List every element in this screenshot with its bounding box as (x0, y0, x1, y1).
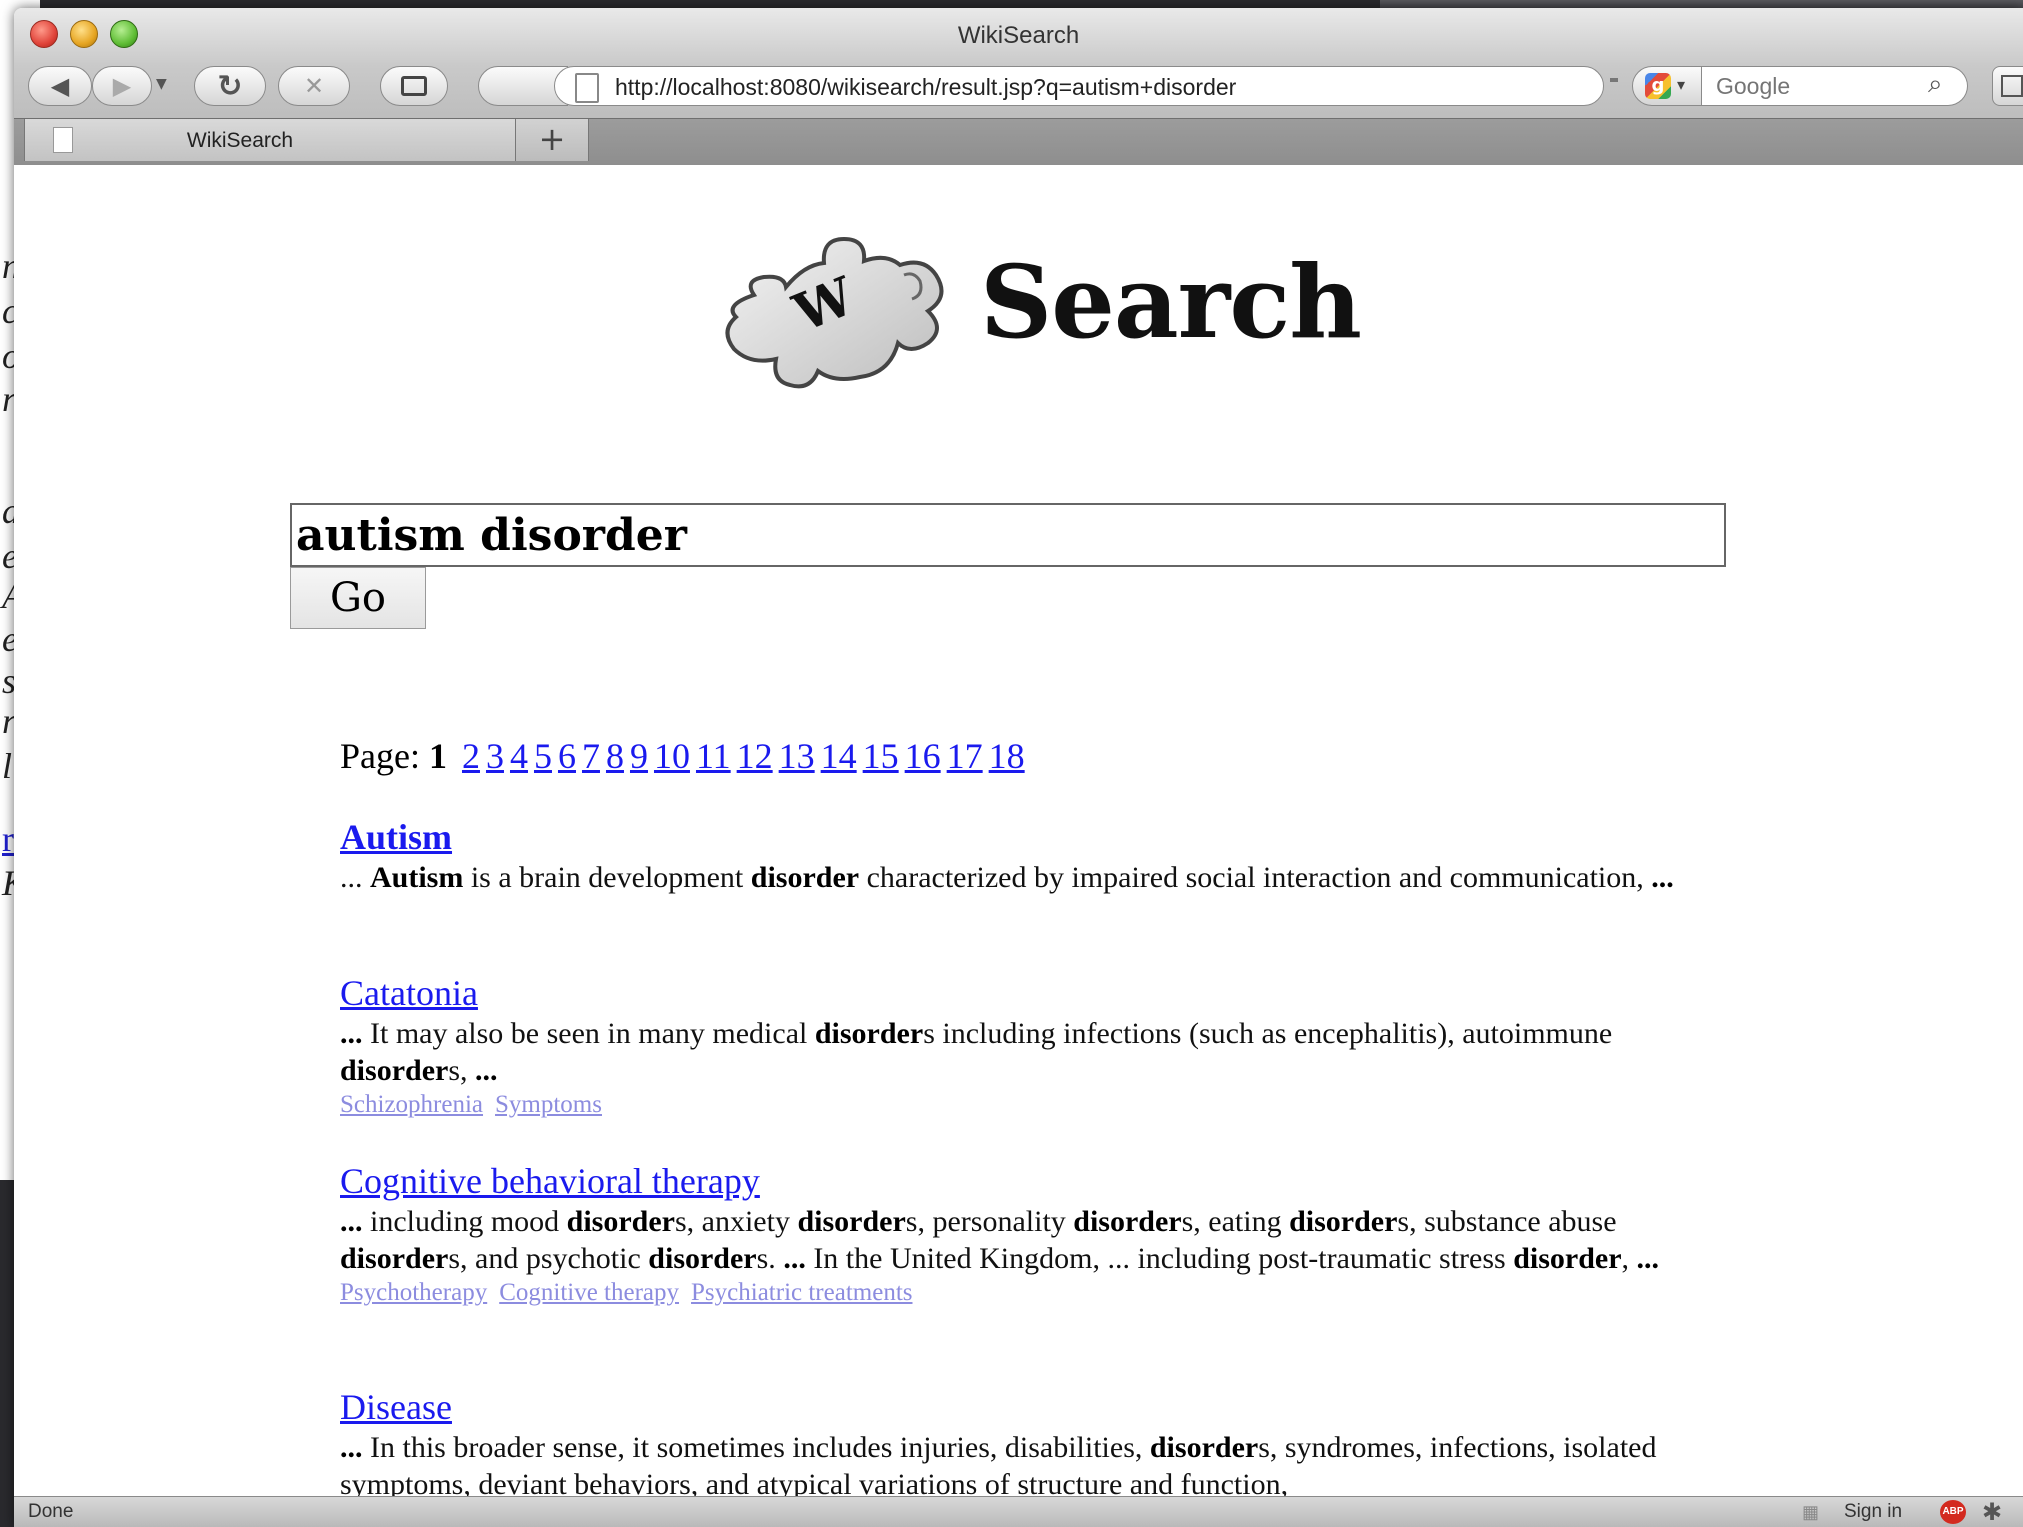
category-link[interactable]: Cognitive therapy (499, 1279, 679, 1306)
forward-button[interactable]: ▶ (92, 66, 152, 106)
category-link[interactable]: Psychiatric treatments (691, 1279, 912, 1306)
result-title-link[interactable]: Cognitive behavioral therapy (340, 1159, 1740, 1203)
pager-links: 2 3 4 5 6 7 8 9 10 11 12 13 14 15 16 17 18 (456, 736, 1025, 776)
page-icon (575, 73, 599, 103)
result-snippet: ... including mood disorders, anxiety di… (340, 1205, 1660, 1275)
extension-icon[interactable]: ✱ (1982, 1498, 2002, 1527)
sidebar-icon (2001, 75, 2023, 97)
background-text: l (2, 746, 13, 786)
result-categories: Psychotherapy Cognitive therapy Psychiatri… (340, 1277, 1740, 1309)
pager-page-link[interactable]: 3 (486, 736, 504, 776)
url-bar[interactable]: http://localhost:8080/wikisearch/result.… (554, 66, 2023, 106)
status-text: Done (28, 1501, 74, 1522)
result-categories: Schizophrenia Symptoms (340, 1089, 1740, 1121)
pager-page-link[interactable]: 5 (534, 736, 552, 776)
pagination: Page: 1 2 3 4 5 6 7 8 9 10 11 12 13 14 15 16 17 18 (340, 735, 1025, 777)
result-item: Autism ... Autism is a brain development… (340, 815, 1740, 896)
back-arrow-icon: ◀ (50, 72, 70, 100)
search-icon[interactable]: ⌕ (1928, 69, 1943, 100)
tab-wikisearch[interactable]: WikiSearch (24, 119, 516, 161)
pager-page-link[interactable]: 11 (696, 736, 731, 776)
background-link: r (2, 819, 14, 859)
separator (1610, 78, 1618, 82)
back-button[interactable]: ◀ (28, 66, 92, 106)
window-title: WikiSearch (957, 22, 1080, 49)
web-search-box[interactable]: ⌕ (1702, 66, 1968, 106)
reload-button[interactable]: ↻ (194, 66, 266, 106)
pager-page-link[interactable]: 7 (582, 736, 600, 776)
pager-page-link[interactable]: 2 (462, 736, 480, 776)
tab-strip: WikiSearch + (14, 118, 2023, 166)
query-input[interactable] (290, 503, 1726, 567)
web-search-input[interactable] (1714, 72, 1918, 101)
print-button[interactable] (380, 66, 448, 106)
pager-page-link[interactable]: 9 (630, 736, 648, 776)
result-title-link[interactable]: Autism (340, 815, 1740, 859)
result-snippet: ... It may also be seen in many medical … (340, 1017, 1613, 1087)
pager-page-link[interactable]: 16 (905, 736, 941, 776)
tab-label: WikiSearch (186, 129, 294, 152)
sidebar-button[interactable] (1992, 66, 2023, 106)
pager-page-link[interactable]: 15 (863, 736, 899, 776)
engine-dropdown-icon: ▾ (1677, 75, 1686, 94)
forward-arrow-icon: ▶ (112, 72, 132, 100)
adblock-icon[interactable]: ABP (1940, 1500, 1966, 1524)
pager-page-link[interactable]: 13 (779, 736, 815, 776)
stop-button[interactable]: ✕ (278, 66, 350, 106)
pager-label: Page: (340, 736, 420, 776)
google-icon: g (1645, 73, 1671, 99)
pager-current-page: 1 (428, 736, 447, 776)
result-title-link[interactable]: Catatonia (340, 971, 1740, 1015)
result-item: Cognitive behavioral therapy ... includi… (340, 1159, 1740, 1309)
logo-title: Search (980, 243, 1362, 361)
search-engine-selector[interactable]: g ▾ (1632, 66, 1702, 106)
new-tab-button[interactable]: + (516, 119, 589, 161)
pager-page-link[interactable]: 10 (654, 736, 690, 776)
result-snippet: ... In this broader sense, it sometimes … (340, 1431, 1657, 1501)
reload-icon: ↻ (217, 68, 243, 104)
pager-page-link[interactable]: 18 (989, 736, 1025, 776)
category-link[interactable]: Symptoms (495, 1091, 602, 1118)
pager-page-link[interactable]: 17 (947, 736, 983, 776)
pager-page-link[interactable]: 14 (821, 736, 857, 776)
history-dropdown-icon[interactable]: ▼ (156, 76, 167, 92)
pager-page-link[interactable]: 12 (737, 736, 773, 776)
print-icon (401, 76, 427, 96)
pager-page-link[interactable]: 8 (606, 736, 624, 776)
sync-icon: ▦ (1802, 1502, 1820, 1522)
result-title-link[interactable]: Disease (340, 1385, 1740, 1429)
puzzle-piece-icon: W (725, 236, 944, 389)
go-button[interactable]: Go (290, 567, 426, 629)
pager-page-link[interactable]: 6 (558, 736, 576, 776)
page-content: W Search Go Page: 1 23456789101112131415… (14, 165, 2023, 1501)
pager-page-link[interactable]: 4 (510, 736, 528, 776)
browser-window: WikiSearch ◀ ▶ ▼ ↻ ✕ http://localhost:80… (14, 8, 2023, 1527)
url-text[interactable]: http://localhost:8080/wikisearch/result.… (615, 74, 1236, 101)
result-item: Disease ... In this broader sense, it so… (340, 1385, 1740, 1503)
stop-icon: ✕ (303, 72, 325, 100)
category-link[interactable]: Psychotherapy (340, 1279, 487, 1306)
result-snippet: ... Autism is a brain development disord… (340, 861, 1674, 894)
status-bar: Done ▦ Sign in ABP ✱ (14, 1496, 2023, 1527)
result-item: Catatonia ... It may also be seen in man… (340, 971, 1740, 1121)
category-link[interactable]: Schizophrenia (340, 1091, 483, 1118)
sign-in-link[interactable]: Sign in (1844, 1501, 1902, 1523)
